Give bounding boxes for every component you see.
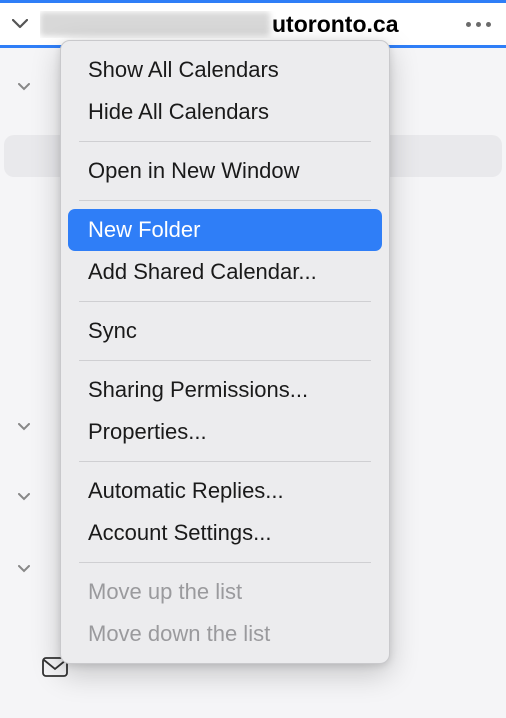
sidebar-chevron-icon (18, 562, 30, 580)
menu-new-folder[interactable]: New Folder (68, 209, 382, 251)
menu-add-shared-calendar[interactable]: Add Shared Calendar... (68, 251, 382, 293)
account-label: utoronto.ca (40, 11, 454, 38)
menu-move-down: Move down the list (68, 613, 382, 655)
menu-separator (79, 360, 371, 361)
menu-account-settings[interactable]: Account Settings... (68, 512, 382, 554)
menu-open-new-window[interactable]: Open in New Window (68, 150, 382, 192)
menu-show-all-calendars[interactable]: Show All Calendars (68, 49, 382, 91)
menu-separator (79, 562, 371, 563)
menu-sharing-permissions[interactable]: Sharing Permissions... (68, 369, 382, 411)
sidebar-chevron-icon (18, 420, 30, 438)
menu-separator (79, 141, 371, 142)
more-options-icon[interactable] (460, 12, 496, 36)
chevron-down-icon (10, 14, 30, 34)
menu-separator (79, 301, 371, 302)
sidebar-chevron-icon (18, 80, 30, 98)
menu-hide-all-calendars[interactable]: Hide All Calendars (68, 91, 382, 133)
account-context-menu: Show All Calendars Hide All Calendars Op… (60, 40, 390, 664)
menu-separator (79, 200, 371, 201)
sidebar-chevron-icon (18, 490, 30, 508)
menu-automatic-replies[interactable]: Automatic Replies... (68, 470, 382, 512)
menu-separator (79, 461, 371, 462)
menu-properties[interactable]: Properties... (68, 411, 382, 453)
account-domain: utoronto.ca (272, 11, 399, 38)
menu-sync[interactable]: Sync (68, 310, 382, 352)
menu-move-up: Move up the list (68, 571, 382, 613)
account-name-redacted (40, 12, 270, 36)
